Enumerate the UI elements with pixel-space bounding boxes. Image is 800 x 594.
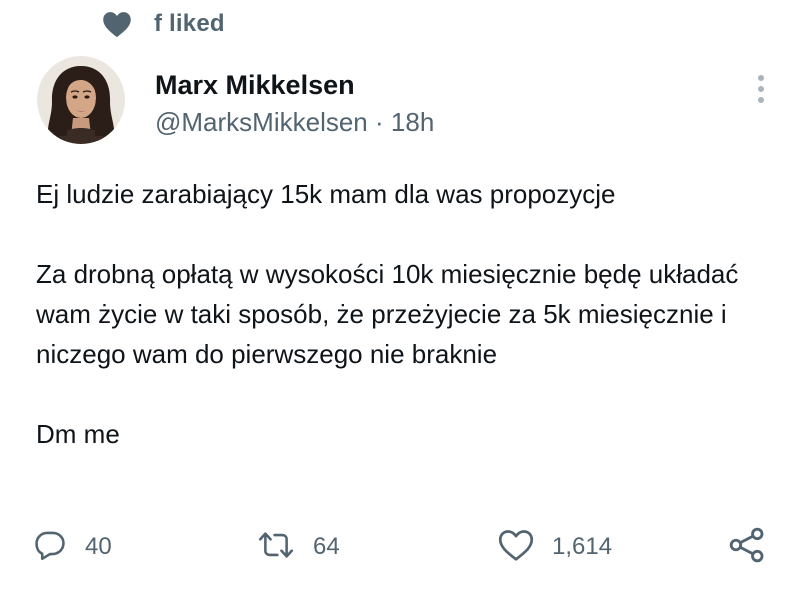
tweet-paragraph: Ej ludzie zarabiający 15k mam dla was pr… — [36, 179, 616, 209]
reply-count: 40 — [85, 533, 112, 560]
tweet-text: Ej ludzie zarabiający 15k mam dla was pr… — [36, 174, 776, 454]
heart-icon — [100, 7, 134, 41]
tweet-paragraph: Za drobną opłatą w wysokości 10k miesięc… — [36, 259, 739, 369]
like-count: 1,614 — [552, 533, 613, 560]
tweet-action-bar: 40 64 1,614 — [0, 525, 800, 569]
author-handle[interactable]: @MarksMikkelsen — [155, 107, 368, 137]
tweet-paragraph: Dm me — [36, 419, 120, 449]
social-context: f liked — [100, 6, 225, 42]
social-context-label: f liked — [154, 10, 225, 37]
reply-button[interactable]: 40 — [33, 525, 112, 569]
share-icon — [728, 526, 766, 569]
retweet-icon — [257, 528, 295, 567]
more-options-button[interactable] — [746, 74, 776, 108]
author-meta: @MarksMikkelsen · 18h — [155, 107, 434, 138]
avatar[interactable] — [37, 56, 125, 144]
author-display-name[interactable]: Marx Mikkelsen — [155, 70, 355, 101]
retweet-button[interactable]: 64 — [257, 525, 340, 569]
tweet-timestamp[interactable]: 18h — [391, 107, 434, 137]
meta-separator: · — [375, 107, 384, 137]
more-vertical-icon — [756, 74, 766, 109]
retweet-count: 64 — [313, 533, 340, 560]
reply-icon — [33, 528, 67, 567]
share-button[interactable] — [728, 525, 766, 569]
like-button[interactable]: 1,614 — [498, 525, 612, 569]
heart-outline-icon — [498, 528, 534, 567]
